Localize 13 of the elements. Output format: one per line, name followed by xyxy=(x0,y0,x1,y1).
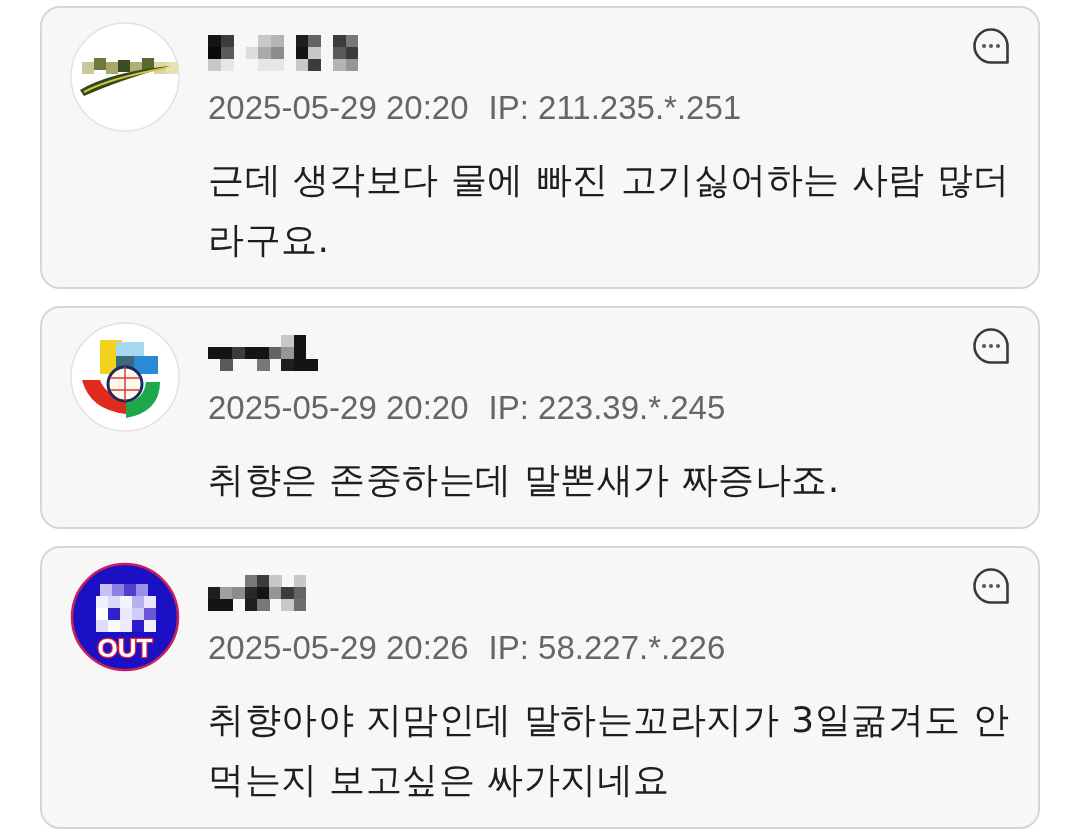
ip-address: IP: 223.39.*.245 xyxy=(488,388,726,428)
comment-text: 근데 생각보다 물에 빠진 고기싫어하는 사람 많더라구요. xyxy=(208,158,1011,262)
speech-bubble-icon[interactable] xyxy=(972,568,1010,604)
comment-time: 2025-05-29 20:20 xyxy=(208,388,469,428)
comment-text: 취향아야 지맘인데 말하는꼬라지가 3일굶겨도 안먹는지 보고싶은 싸가지네요 xyxy=(208,698,1011,802)
comment-time: 2025-05-29 20:20 xyxy=(208,88,469,128)
avatar-label: OUT xyxy=(97,633,153,663)
ip-address: IP: 58.227.*.226 xyxy=(488,628,726,668)
speech-bubble-icon[interactable] xyxy=(972,328,1010,364)
ip-address: IP: 211.235.*.251 xyxy=(488,88,742,128)
comment-text: 취향은 존중하는데 말뽄새가 짜증나죠. xyxy=(208,458,841,502)
speech-bubble-icon[interactable] xyxy=(972,28,1010,64)
comment-time: 2025-05-29 20:26 xyxy=(208,628,469,668)
